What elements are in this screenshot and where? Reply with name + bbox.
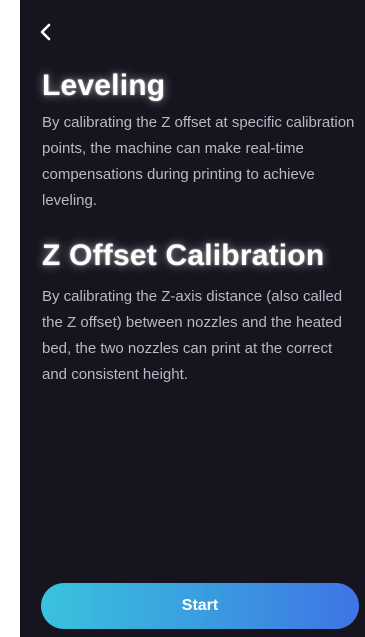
- leveling-description: By calibrating the Z offset at specific …: [42, 114, 355, 209]
- z-offset-calibration-description: By calibrating the Z-axis distance (also…: [42, 288, 343, 383]
- calibration-screen: Leveling By calibrating the Z offset at …: [20, 0, 365, 637]
- z-offset-calibration-title: Z Offset Calibration: [42, 239, 325, 272]
- chevron-left-icon: [40, 23, 51, 41]
- start-button[interactable]: Start: [41, 583, 359, 629]
- leveling-title: Leveling: [42, 69, 166, 102]
- back-button[interactable]: [32, 18, 60, 46]
